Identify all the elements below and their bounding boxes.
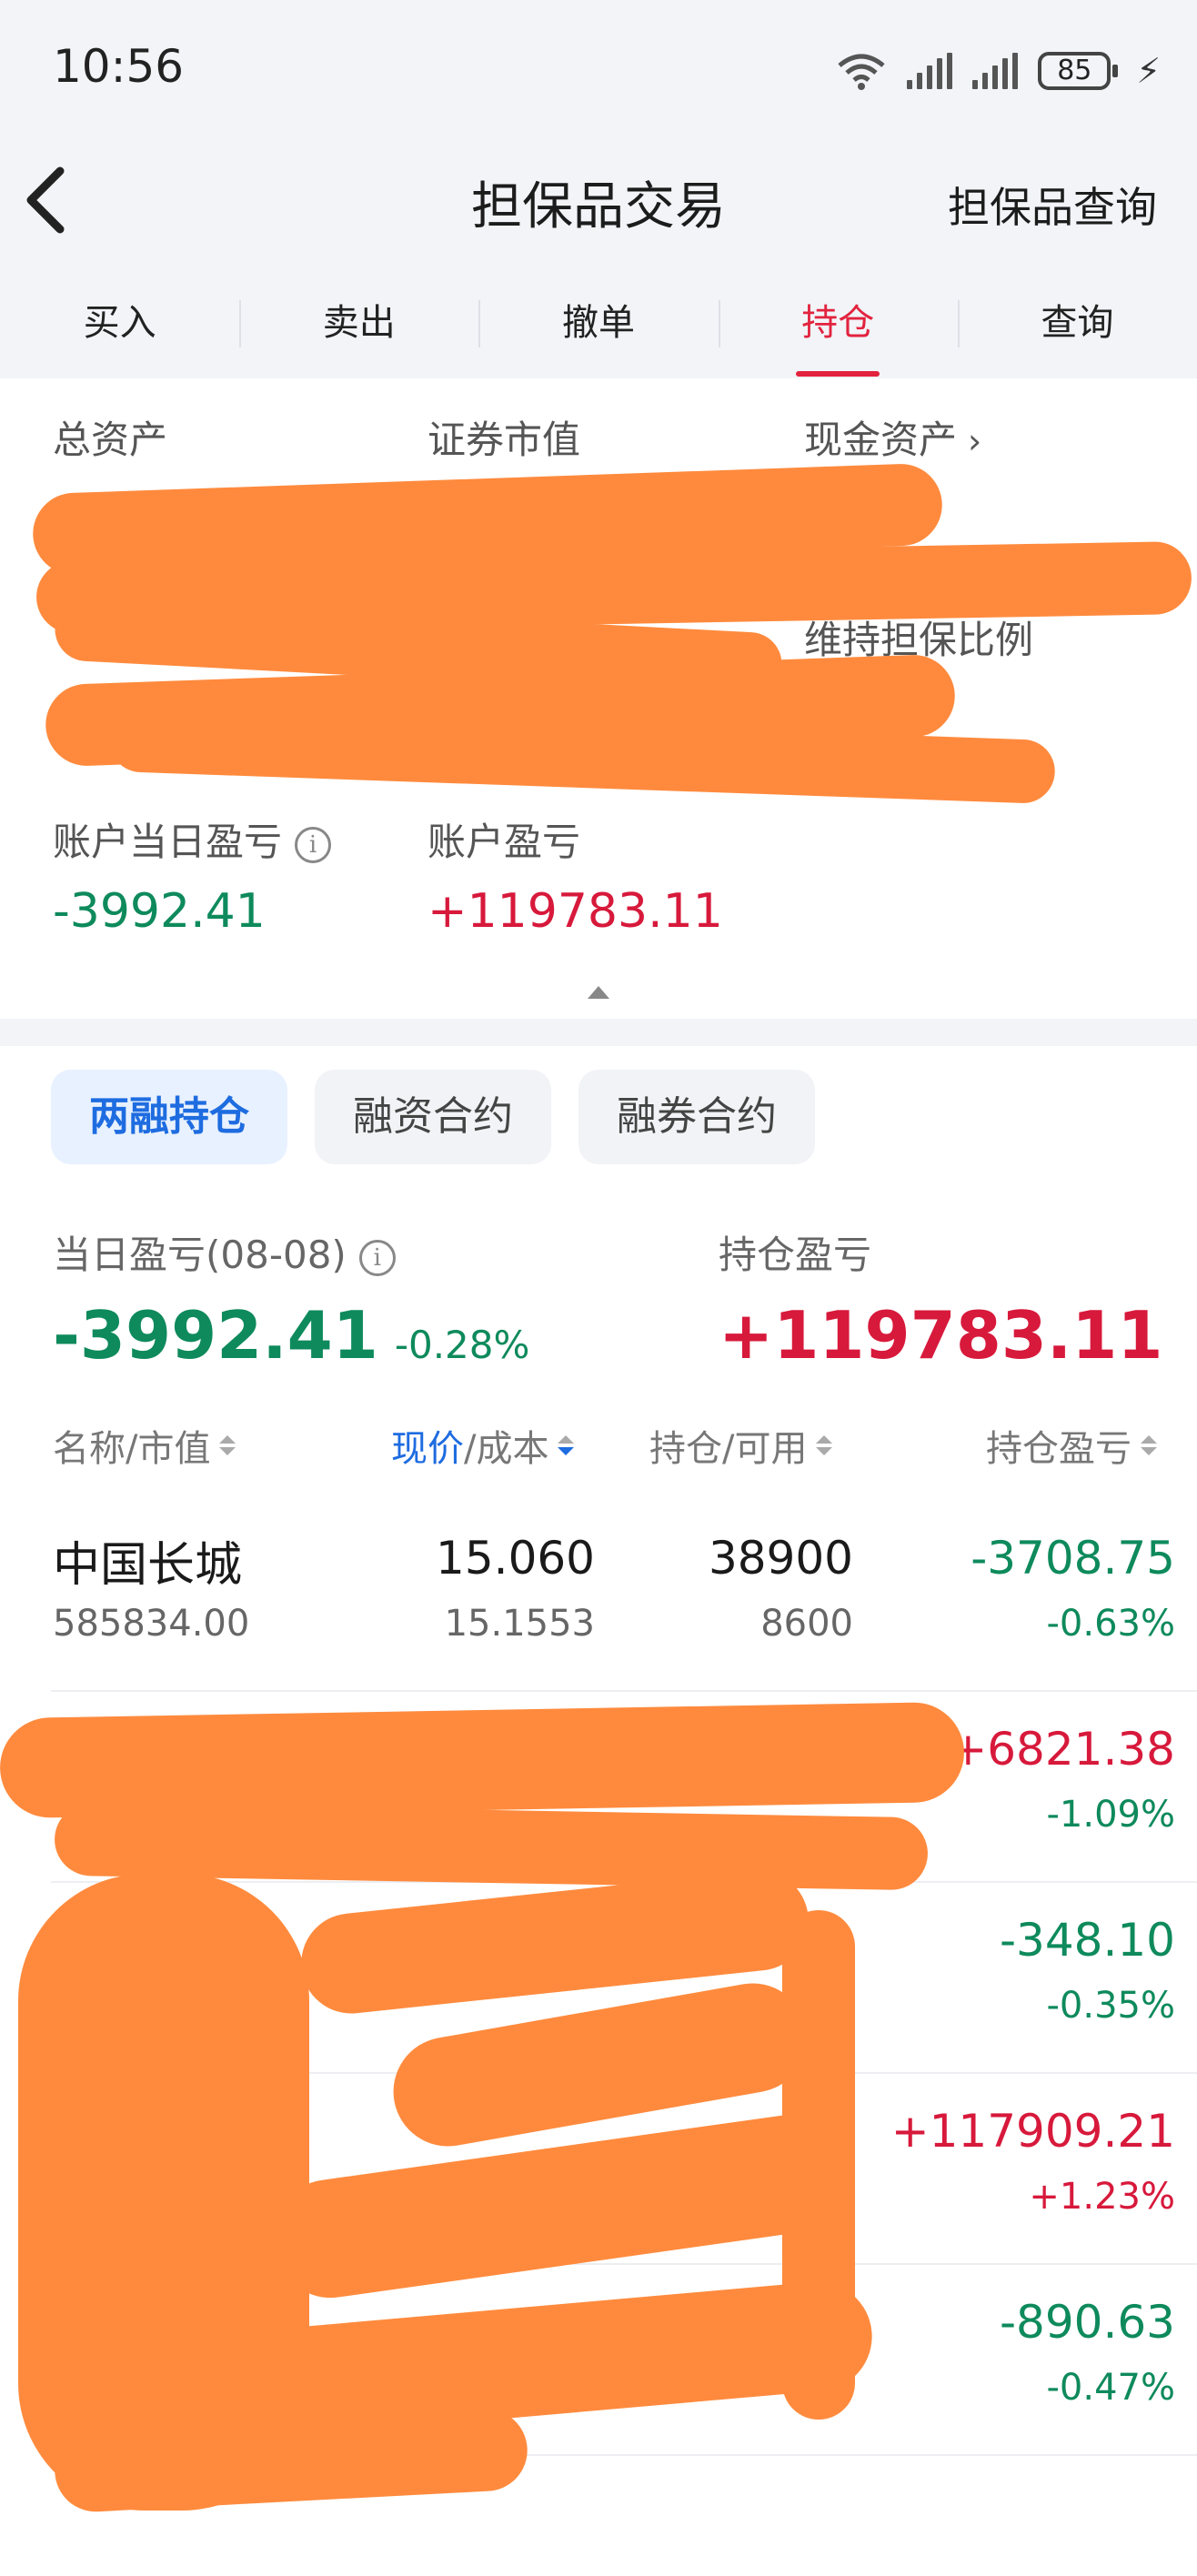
nav-bar: 担保品交易 担保品查询 bbox=[0, 136, 1197, 264]
tab-cancel-label: 撤单 bbox=[562, 302, 635, 344]
account-day-pl-label: 账户当日盈亏 bbox=[53, 820, 283, 864]
day-pl-value: -3992.41 bbox=[53, 1297, 378, 1374]
holding-pl: +117909.21 bbox=[890, 2105, 1175, 2158]
chip-financing-contracts[interactable]: 融资合约 bbox=[315, 1070, 551, 1164]
chip-securities-lending-contracts[interactable]: 融券合约 bbox=[578, 1070, 815, 1164]
header-price-label: 现价 bbox=[391, 1428, 464, 1470]
battery-icon: 85 bbox=[1038, 52, 1119, 90]
status-icons: 85 ⚡ bbox=[836, 44, 1161, 98]
info-icon[interactable]: i bbox=[358, 1239, 396, 1276]
sort-icon bbox=[219, 1435, 236, 1455]
holding-pl-percent: -0.35% bbox=[1046, 1985, 1175, 2027]
tab-positions[interactable]: 持仓 bbox=[718, 282, 958, 377]
holding-pl-percent: -0.63% bbox=[1046, 1603, 1175, 1645]
holding-pl: -348.10 bbox=[1000, 1914, 1175, 1967]
holding-pl-label: 持仓盈亏 bbox=[719, 1233, 872, 1277]
holding-type-tabs: 两融持仓 融资合约 融券合约 bbox=[51, 1070, 815, 1164]
header-name-value[interactable]: 名称/市值 bbox=[53, 1419, 236, 1472]
tab-sell-label: 卖出 bbox=[322, 302, 396, 344]
holding-pl-percent: +1.23% bbox=[1029, 2176, 1175, 2218]
chevron-right-icon: › bbox=[968, 421, 982, 461]
sort-desc-icon bbox=[558, 1435, 575, 1455]
tab-query-label: 查询 bbox=[1041, 302, 1114, 344]
holding-pl: +6821.38 bbox=[949, 1723, 1175, 1776]
sort-icon bbox=[816, 1435, 833, 1455]
tab-positions-label: 持仓 bbox=[801, 302, 875, 344]
holding-qty: 38900 bbox=[708, 1532, 853, 1585]
header-holding-pl[interactable]: 持仓盈亏 bbox=[986, 1419, 1157, 1472]
holding-pl-percent: -1.09% bbox=[1046, 1794, 1175, 1836]
cash-assets-label: 现金资产 bbox=[804, 418, 958, 462]
header-qty-avail[interactable]: 持仓/可用 bbox=[649, 1419, 833, 1472]
charging-icon: ⚡ bbox=[1136, 51, 1161, 91]
wifi-icon bbox=[836, 51, 887, 91]
collateral-query-link[interactable]: 担保品查询 bbox=[948, 175, 1157, 235]
trade-tabs: 买入 卖出 撤单 持仓 查询 bbox=[0, 282, 1197, 377]
day-pl-label-row: 当日盈亏(08-08) i bbox=[53, 1224, 396, 1280]
stock-name: 中国长城 bbox=[53, 1538, 243, 1593]
holding-pl-percent: -0.47% bbox=[1046, 2367, 1175, 2409]
cash-assets-link[interactable]: 现金资产 › bbox=[804, 409, 981, 465]
table-row[interactable]: 中国长城 585834.00 15.060 15.1553 38900 8600… bbox=[0, 1501, 1197, 1692]
holding-pl: -3708.75 bbox=[971, 1532, 1175, 1585]
signal-icon-2 bbox=[972, 53, 1019, 89]
tab-buy-label: 买入 bbox=[83, 302, 156, 344]
redaction-mark bbox=[0, 1701, 965, 1819]
holding-pl: -890.63 bbox=[1000, 2296, 1175, 2349]
day-pl-label: 当日盈亏(08-08) bbox=[53, 1233, 347, 1277]
available-qty: 8600 bbox=[760, 1603, 853, 1645]
status-time: 10:56 bbox=[53, 40, 185, 93]
status-bar: 10:56 85 ⚡ bbox=[0, 0, 1197, 136]
header-pl-label: 持仓盈亏 bbox=[986, 1428, 1132, 1470]
info-icon[interactable]: i bbox=[295, 826, 332, 863]
market-value: 585834.00 bbox=[53, 1603, 250, 1645]
cost-price: 15.1553 bbox=[444, 1603, 595, 1645]
header-name-label: 名称/市值 bbox=[53, 1428, 211, 1470]
sort-icon bbox=[1141, 1435, 1157, 1455]
tab-buy[interactable]: 买入 bbox=[0, 282, 239, 377]
header-qty-label: 持仓/可用 bbox=[649, 1428, 808, 1470]
securities-value-label: 证券市值 bbox=[428, 418, 581, 462]
header-cost-label: /成本 bbox=[464, 1428, 549, 1470]
tab-cancel[interactable]: 撤单 bbox=[478, 282, 718, 377]
active-tab-indicator bbox=[796, 371, 880, 377]
account-summary: 总资产 证券市值 现金资产 › 维持担保比例 账户当日盈亏 i -3992.41 账… bbox=[0, 378, 1197, 1019]
day-pl-percent: -0.28% bbox=[394, 1323, 530, 1367]
account-pl-label: 账户盈亏 bbox=[428, 820, 581, 864]
tab-sell[interactable]: 卖出 bbox=[239, 282, 478, 377]
header-region: 10:56 85 ⚡ 担保品交易 担保品查询 买入 卖出 撤单 持仓 查询 bbox=[0, 0, 1197, 378]
day-pl-label-row: 账户当日盈亏 i bbox=[53, 811, 332, 867]
total-assets-label: 总资产 bbox=[53, 418, 168, 462]
section-divider bbox=[0, 1019, 1197, 1046]
header-price-cost[interactable]: 现价/成本 bbox=[391, 1419, 575, 1472]
day-pl-row: -3992.41 -0.28% bbox=[53, 1297, 529, 1374]
collapse-arrow-icon[interactable] bbox=[588, 986, 609, 999]
current-price: 15.060 bbox=[436, 1532, 595, 1585]
account-pl-value: +119783.11 bbox=[428, 884, 723, 939]
holding-pl-value: +119783.11 bbox=[719, 1297, 1163, 1374]
account-day-pl-value: -3992.41 bbox=[53, 884, 266, 939]
chip-margin-positions[interactable]: 两融持仓 bbox=[51, 1070, 287, 1164]
tab-query[interactable]: 查询 bbox=[957, 282, 1197, 377]
table-header: 名称/市值 现价/成本 持仓/可用 持仓盈亏 bbox=[0, 1419, 1197, 1474]
signal-icon-1 bbox=[907, 53, 953, 89]
